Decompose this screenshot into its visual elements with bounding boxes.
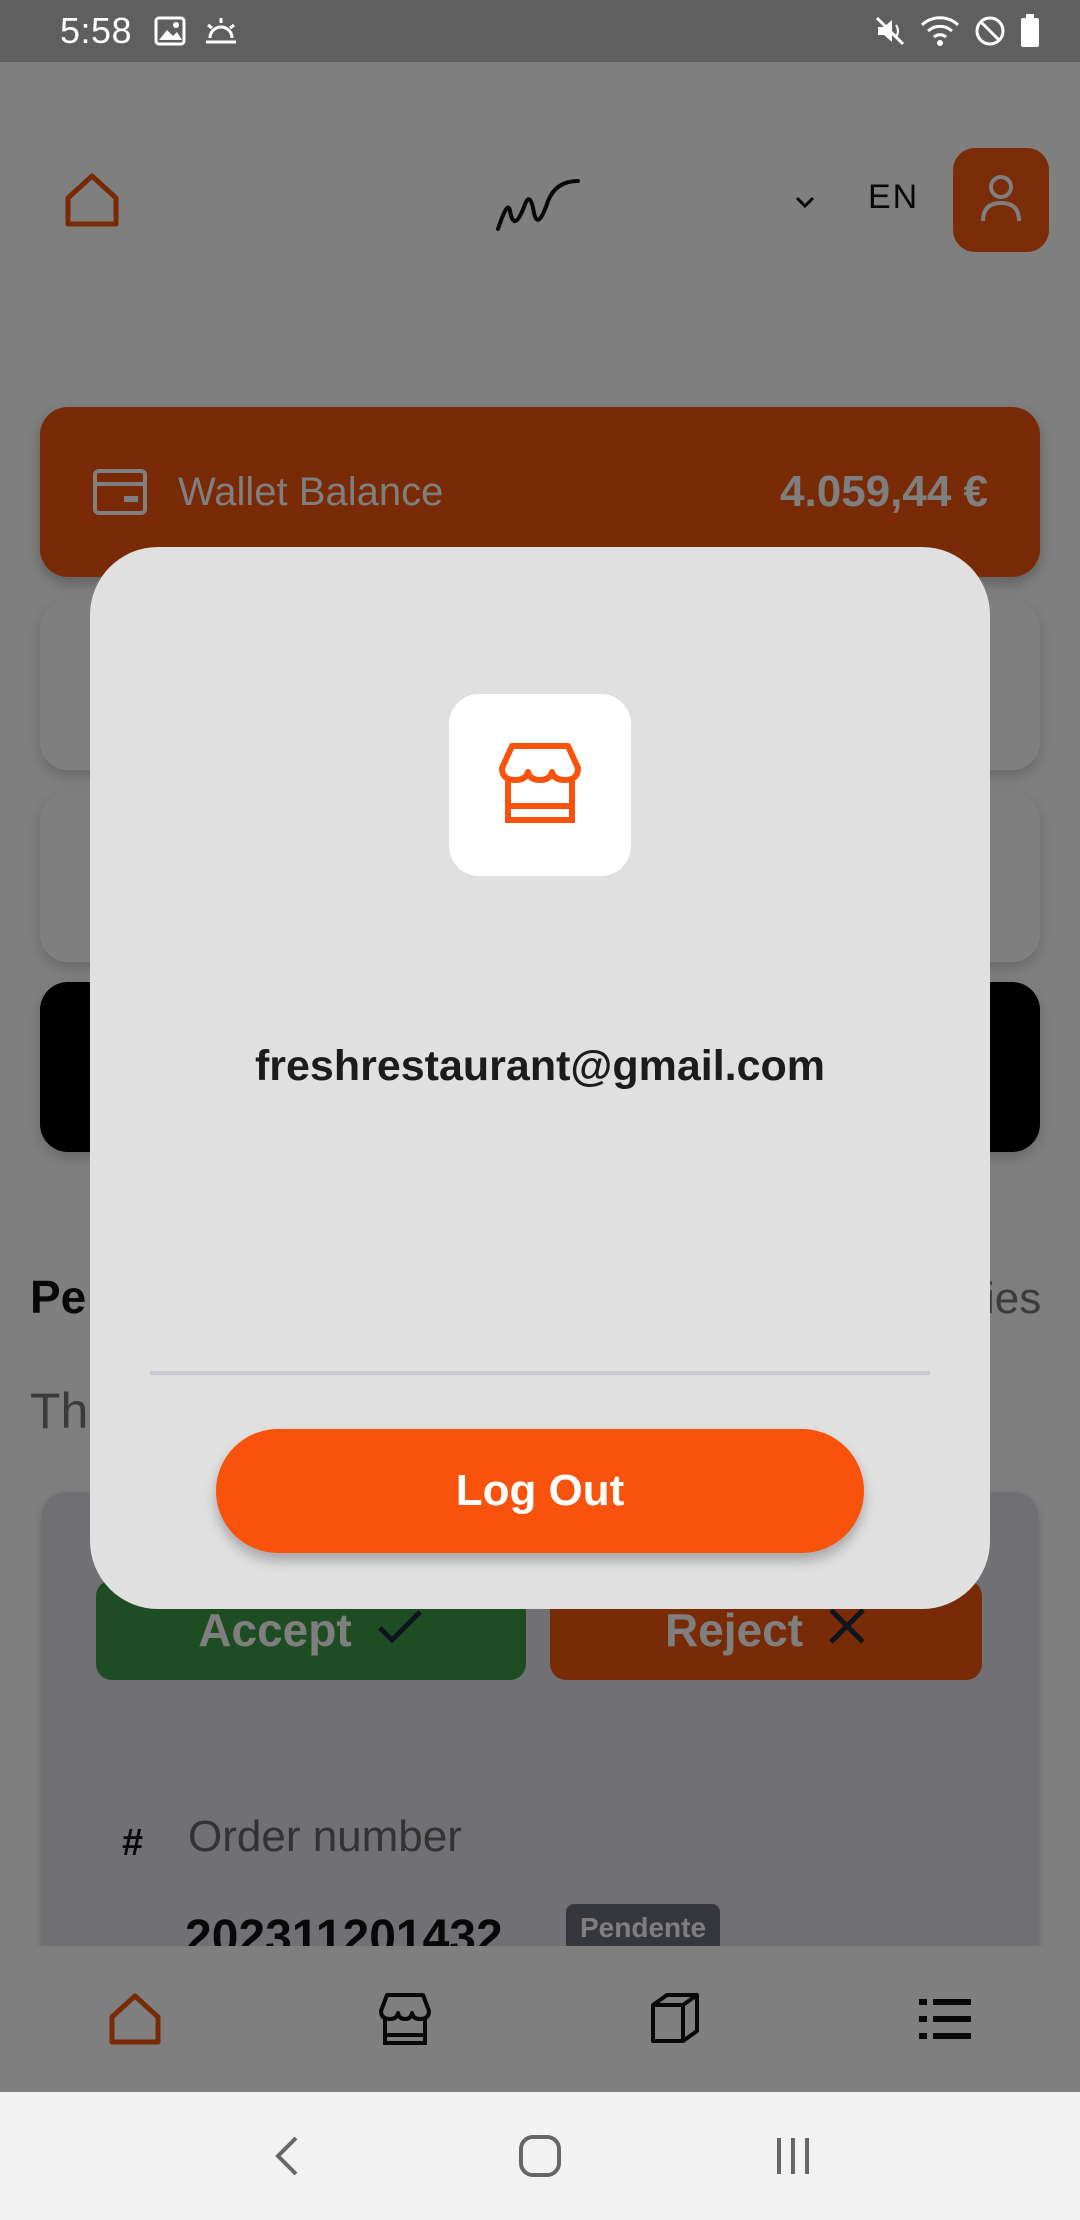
weather-icon xyxy=(204,16,238,46)
home-button[interactable] xyxy=(510,2126,570,2186)
logout-button[interactable]: Log Out xyxy=(216,1429,864,1553)
do-not-disturb-icon xyxy=(974,15,1006,47)
battery-icon xyxy=(1020,14,1040,48)
system-nav-bar xyxy=(0,2092,1080,2220)
store-tile xyxy=(449,694,631,876)
account-email: freshrestaurant@gmail.com xyxy=(254,1042,826,1090)
status-bar: 5:58 xyxy=(0,0,1080,62)
status-left-icons xyxy=(154,16,238,46)
mute-icon xyxy=(874,15,906,47)
account-dialog: freshrestaurant@gmail.com Log Out xyxy=(90,547,990,1609)
image-icon xyxy=(154,16,186,46)
divider xyxy=(150,1371,930,1375)
status-right-icons xyxy=(874,14,1040,48)
status-time: 5:58 xyxy=(60,10,133,51)
back-button[interactable] xyxy=(257,2126,317,2186)
wifi-icon xyxy=(920,15,960,47)
recents-button[interactable] xyxy=(763,2126,823,2186)
store-icon xyxy=(494,740,586,831)
